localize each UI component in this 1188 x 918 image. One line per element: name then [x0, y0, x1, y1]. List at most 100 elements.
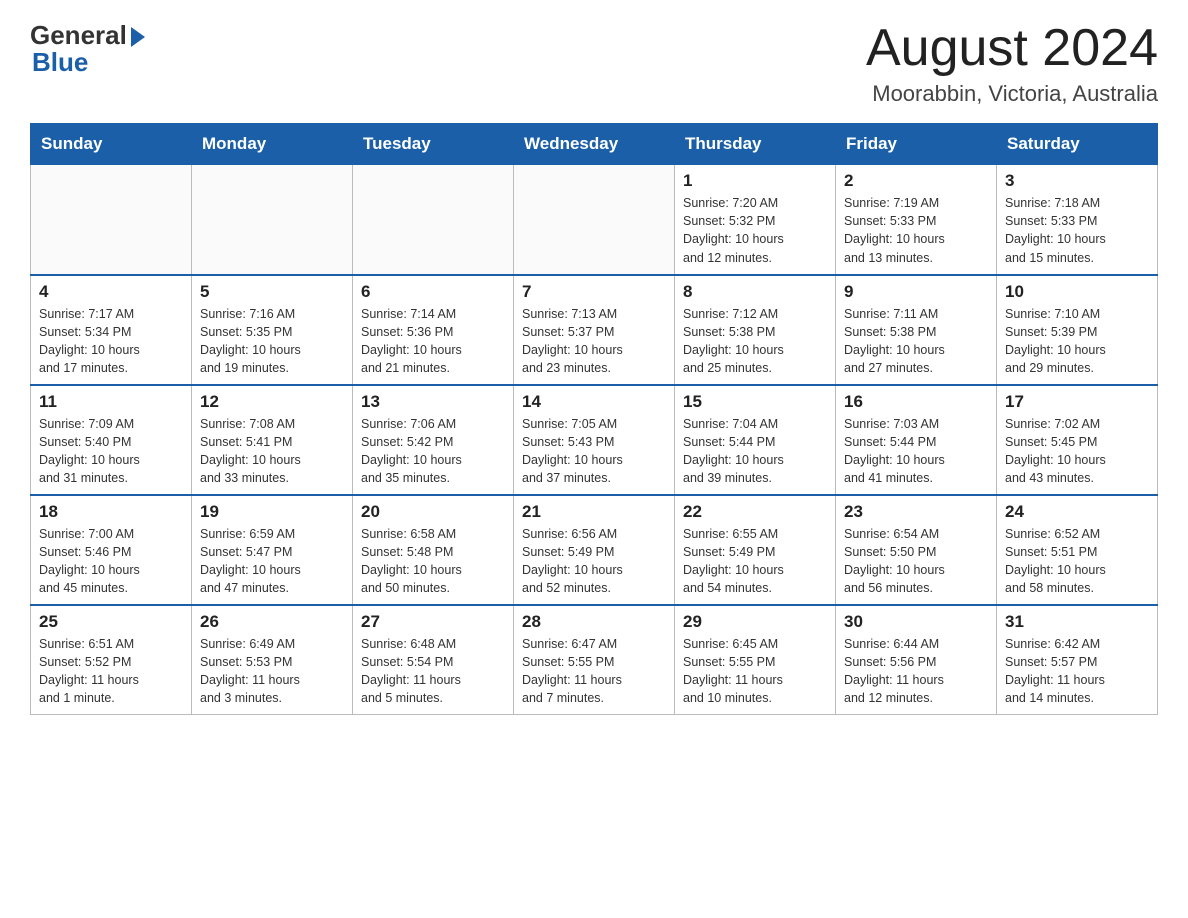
day-info: Sunrise: 7:13 AMSunset: 5:37 PMDaylight:…	[522, 305, 666, 378]
calendar-cell: 27 Sunrise: 6:48 AMSunset: 5:54 PMDayligh…	[353, 605, 514, 715]
logo-arrow-icon	[131, 27, 145, 47]
calendar-cell: 8 Sunrise: 7:12 AMSunset: 5:38 PMDaylight…	[675, 275, 836, 385]
calendar-header-thursday: Thursday	[675, 124, 836, 165]
day-info: Sunrise: 7:08 AMSunset: 5:41 PMDaylight:…	[200, 415, 344, 488]
calendar-cell: 9Sunrise: 7:11 AMSunset: 5:38 PMDaylight…	[836, 275, 997, 385]
calendar-cell: 23 Sunrise: 6:54 AMSunset: 5:50 PMDayligh…	[836, 495, 997, 605]
day-number: 21	[522, 502, 666, 522]
day-info: Sunrise: 7:16 AMSunset: 5:35 PMDaylight:…	[200, 305, 344, 378]
calendar-cell: 2Sunrise: 7:19 AMSunset: 5:33 PMDaylight…	[836, 165, 997, 275]
day-info: Sunrise: 7:09 AMSunset: 5:40 PMDaylight:…	[39, 415, 183, 488]
calendar-header-monday: Monday	[192, 124, 353, 165]
logo-blue-text: Blue	[32, 47, 88, 78]
day-info: Sunrise: 7:20 AMSunset: 5:32 PMDaylight:…	[683, 194, 827, 267]
day-number: 24	[1005, 502, 1149, 522]
calendar-cell	[192, 165, 353, 275]
day-number: 20	[361, 502, 505, 522]
calendar-cell: 29Sunrise: 6:45 AMSunset: 5:55 PMDayligh…	[675, 605, 836, 715]
calendar-week-row: 11 Sunrise: 7:09 AMSunset: 5:40 PMDayligh…	[31, 385, 1158, 495]
day-number: 22	[683, 502, 827, 522]
day-info: Sunrise: 7:17 AMSunset: 5:34 PMDaylight:…	[39, 305, 183, 378]
day-info: Sunrise: 7:18 AMSunset: 5:33 PMDaylight:…	[1005, 194, 1149, 267]
calendar-cell	[31, 165, 192, 275]
day-info: Sunrise: 6:54 AMSunset: 5:50 PMDaylight:…	[844, 525, 988, 598]
day-info: Sunrise: 7:00 AMSunset: 5:46 PMDaylight:…	[39, 525, 183, 598]
calendar-header-wednesday: Wednesday	[514, 124, 675, 165]
day-number: 14	[522, 392, 666, 412]
day-info: Sunrise: 6:52 AMSunset: 5:51 PMDaylight:…	[1005, 525, 1149, 598]
calendar-cell: 18 Sunrise: 7:00 AMSunset: 5:46 PMDayligh…	[31, 495, 192, 605]
day-number: 19	[200, 502, 344, 522]
calendar-header-saturday: Saturday	[997, 124, 1158, 165]
calendar-cell: 21 Sunrise: 6:56 AMSunset: 5:49 PMDayligh…	[514, 495, 675, 605]
day-info: Sunrise: 6:44 AMSunset: 5:56 PMDaylight:…	[844, 635, 988, 708]
day-info: Sunrise: 6:58 AMSunset: 5:48 PMDaylight:…	[361, 525, 505, 598]
calendar-cell: 19 Sunrise: 6:59 AMSunset: 5:47 PMDayligh…	[192, 495, 353, 605]
calendar-cell: 17 Sunrise: 7:02 AMSunset: 5:45 PMDayligh…	[997, 385, 1158, 495]
day-info: Sunrise: 7:03 AMSunset: 5:44 PMDaylight:…	[844, 415, 988, 488]
day-number: 6	[361, 282, 505, 302]
day-number: 4	[39, 282, 183, 302]
day-info: Sunrise: 7:12 AMSunset: 5:38 PMDaylight:…	[683, 305, 827, 378]
day-number: 5	[200, 282, 344, 302]
day-info: Sunrise: 7:10 AMSunset: 5:39 PMDaylight:…	[1005, 305, 1149, 378]
day-info: Sunrise: 6:56 AMSunset: 5:49 PMDaylight:…	[522, 525, 666, 598]
day-number: 11	[39, 392, 183, 412]
day-info: Sunrise: 6:55 AMSunset: 5:49 PMDaylight:…	[683, 525, 827, 598]
day-info: Sunrise: 7:02 AMSunset: 5:45 PMDaylight:…	[1005, 415, 1149, 488]
calendar-cell: 12 Sunrise: 7:08 AMSunset: 5:41 PMDayligh…	[192, 385, 353, 495]
day-number: 17	[1005, 392, 1149, 412]
day-number: 30	[844, 612, 988, 632]
day-number: 1	[683, 171, 827, 191]
day-number: 25	[39, 612, 183, 632]
day-info: Sunrise: 7:04 AMSunset: 5:44 PMDaylight:…	[683, 415, 827, 488]
calendar-cell: 22 Sunrise: 6:55 AMSunset: 5:49 PMDayligh…	[675, 495, 836, 605]
calendar-cell: 26Sunrise: 6:49 AMSunset: 5:53 PMDayligh…	[192, 605, 353, 715]
calendar-header-row: SundayMondayTuesdayWednesdayThursdayFrid…	[31, 124, 1158, 165]
calendar-week-row: 25Sunrise: 6:51 AMSunset: 5:52 PMDayligh…	[31, 605, 1158, 715]
calendar-table: SundayMondayTuesdayWednesdayThursdayFrid…	[30, 123, 1158, 715]
calendar-header-friday: Friday	[836, 124, 997, 165]
day-number: 26	[200, 612, 344, 632]
day-info: Sunrise: 6:59 AMSunset: 5:47 PMDaylight:…	[200, 525, 344, 598]
day-number: 12	[200, 392, 344, 412]
calendar-cell: 15 Sunrise: 7:04 AMSunset: 5:44 PMDayligh…	[675, 385, 836, 495]
day-info: Sunrise: 6:42 AMSunset: 5:57 PMDaylight:…	[1005, 635, 1149, 708]
calendar-cell: 28Sunrise: 6:47 AMSunset: 5:55 PMDayligh…	[514, 605, 675, 715]
calendar-cell: 16Sunrise: 7:03 AMSunset: 5:44 PMDayligh…	[836, 385, 997, 495]
day-info: Sunrise: 6:48 AMSunset: 5:54 PMDaylight:…	[361, 635, 505, 708]
calendar-cell: 7 Sunrise: 7:13 AMSunset: 5:37 PMDaylight…	[514, 275, 675, 385]
calendar-cell	[514, 165, 675, 275]
day-number: 13	[361, 392, 505, 412]
page-header: General Blue August 2024 Moorabbin, Vict…	[30, 20, 1158, 107]
calendar-cell: 20 Sunrise: 6:58 AMSunset: 5:48 PMDayligh…	[353, 495, 514, 605]
calendar-cell: 11 Sunrise: 7:09 AMSunset: 5:40 PMDayligh…	[31, 385, 192, 495]
day-number: 18	[39, 502, 183, 522]
calendar-cell: 14 Sunrise: 7:05 AMSunset: 5:43 PMDayligh…	[514, 385, 675, 495]
day-number: 10	[1005, 282, 1149, 302]
day-number: 7	[522, 282, 666, 302]
day-info: Sunrise: 7:05 AMSunset: 5:43 PMDaylight:…	[522, 415, 666, 488]
calendar-week-row: 1 Sunrise: 7:20 AMSunset: 5:32 PMDaylight…	[31, 165, 1158, 275]
calendar-cell: 4 Sunrise: 7:17 AMSunset: 5:34 PMDaylight…	[31, 275, 192, 385]
calendar-cell: 30 Sunrise: 6:44 AMSunset: 5:56 PMDayligh…	[836, 605, 997, 715]
calendar-cell: 24 Sunrise: 6:52 AMSunset: 5:51 PMDayligh…	[997, 495, 1158, 605]
day-number: 27	[361, 612, 505, 632]
day-number: 31	[1005, 612, 1149, 632]
day-number: 8	[683, 282, 827, 302]
day-info: Sunrise: 7:19 AMSunset: 5:33 PMDaylight:…	[844, 194, 988, 267]
location-text: Moorabbin, Victoria, Australia	[866, 81, 1158, 107]
calendar-cell: 5 Sunrise: 7:16 AMSunset: 5:35 PMDaylight…	[192, 275, 353, 385]
calendar-cell: 6 Sunrise: 7:14 AMSunset: 5:36 PMDaylight…	[353, 275, 514, 385]
calendar-cell: 25Sunrise: 6:51 AMSunset: 5:52 PMDayligh…	[31, 605, 192, 715]
day-number: 3	[1005, 171, 1149, 191]
calendar-cell	[353, 165, 514, 275]
calendar-cell: 1 Sunrise: 7:20 AMSunset: 5:32 PMDaylight…	[675, 165, 836, 275]
calendar-week-row: 4 Sunrise: 7:17 AMSunset: 5:34 PMDaylight…	[31, 275, 1158, 385]
day-info: Sunrise: 7:14 AMSunset: 5:36 PMDaylight:…	[361, 305, 505, 378]
calendar-cell: 31 Sunrise: 6:42 AMSunset: 5:57 PMDayligh…	[997, 605, 1158, 715]
logo: General Blue	[30, 20, 145, 78]
day-number: 23	[844, 502, 988, 522]
day-number: 15	[683, 392, 827, 412]
calendar-cell: 3 Sunrise: 7:18 AMSunset: 5:33 PMDaylight…	[997, 165, 1158, 275]
